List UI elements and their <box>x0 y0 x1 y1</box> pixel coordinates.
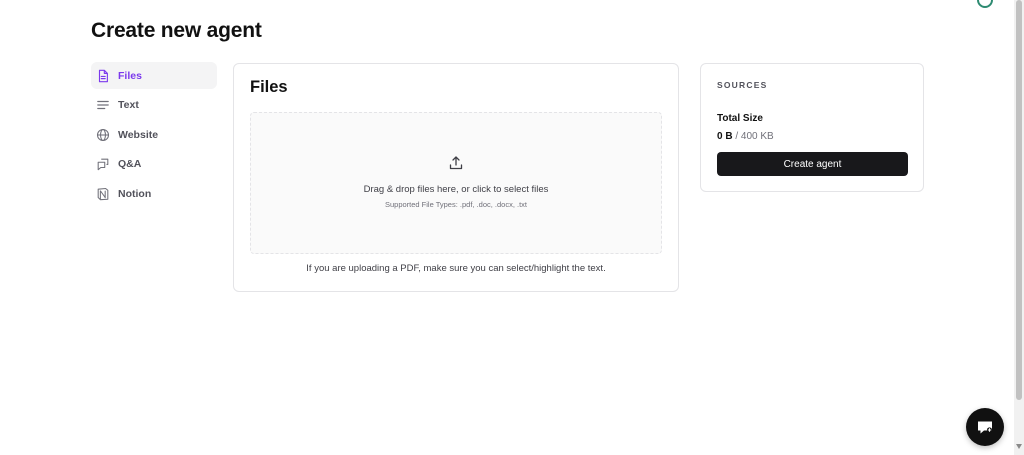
files-panel-title: Files <box>250 78 288 96</box>
page-title: Create new agent <box>91 19 262 42</box>
sources-panel: SOURCES Total Size 0 B / 400 KB Create a… <box>700 63 924 192</box>
sidebar-item-files[interactable]: Files <box>91 62 217 89</box>
supported-file-types: Supported File Types: .pdf, .doc, .docx,… <box>384 200 528 209</box>
total-size-label: Total Size <box>717 113 763 124</box>
size-readout: 0 B / 400 KB <box>717 131 774 142</box>
sidebar-item-label: Files <box>118 69 142 82</box>
sidebar-item-label: Notion <box>118 187 152 200</box>
upload-icon <box>449 156 463 170</box>
sidebar-item-text[interactable]: Text <box>91 92 217 119</box>
pdf-note: If you are uploading a PDF, make sure yo… <box>306 263 606 274</box>
sidebar: Files Text Website Q&A Notion <box>91 62 217 210</box>
text-lines-icon <box>96 98 110 112</box>
sidebar-item-website[interactable]: Website <box>91 121 217 148</box>
size-used: 0 B <box>717 131 733 142</box>
sources-heading: SOURCES <box>717 80 768 90</box>
scroll-down-arrow-icon[interactable] <box>1016 444 1022 449</box>
size-separator: / <box>732 131 741 142</box>
dropzone-instructions: Drag & drop files here, or click to sele… <box>363 184 549 195</box>
sidebar-item-qa[interactable]: Q&A <box>91 151 217 178</box>
sidebar-item-notion[interactable]: Notion <box>91 180 217 207</box>
chat-bubbles-icon <box>96 157 110 171</box>
page-scrollbar[interactable] <box>1014 0 1024 455</box>
chat-widget-button[interactable] <box>966 408 1004 446</box>
avatar[interactable] <box>977 0 993 8</box>
files-panel: Files Drag & drop files here, or click t… <box>233 63 679 292</box>
notion-icon <box>96 187 110 201</box>
file-icon <box>96 69 110 83</box>
size-limit: 400 KB <box>740 131 774 142</box>
file-dropzone[interactable]: Drag & drop files here, or click to sele… <box>250 112 662 254</box>
globe-icon <box>96 128 110 142</box>
create-agent-button[interactable]: Create agent <box>717 152 908 176</box>
scrollbar-thumb[interactable] <box>1016 0 1022 400</box>
chat-icon <box>978 421 993 434</box>
sidebar-item-label: Website <box>118 128 159 141</box>
sidebar-item-label: Text <box>118 99 139 111</box>
sidebar-item-label: Q&A <box>118 158 142 170</box>
